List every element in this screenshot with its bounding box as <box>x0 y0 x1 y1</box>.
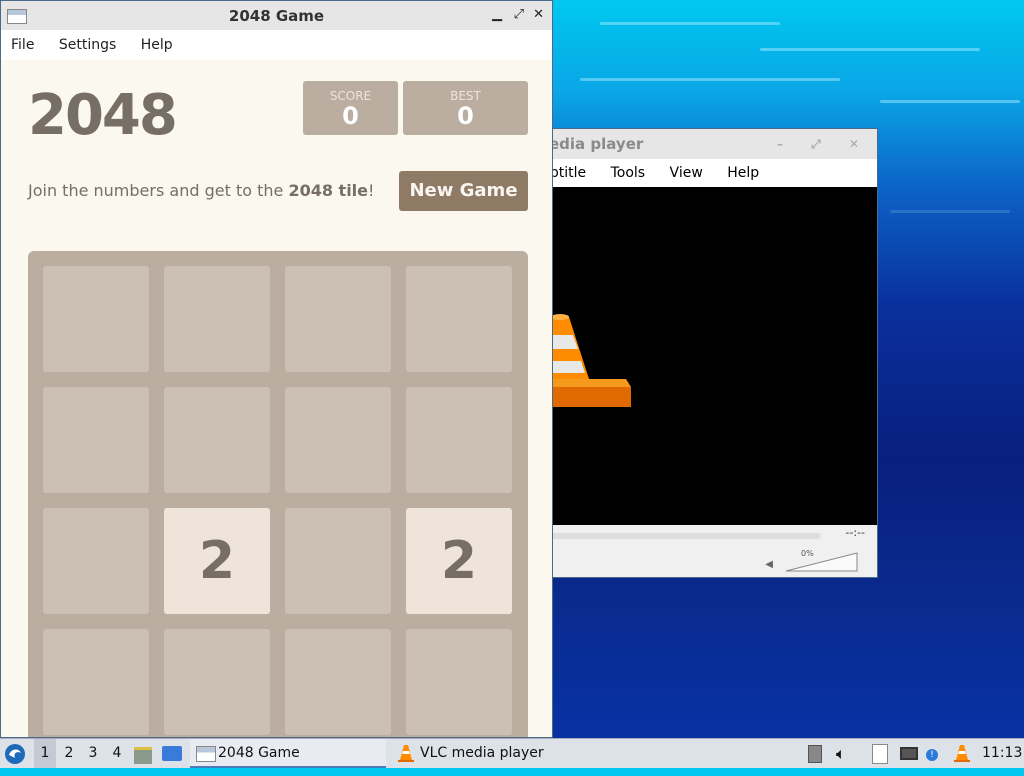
score-box: SCORE 0 <box>303 81 398 135</box>
board-cell <box>406 266 512 372</box>
workspace-3[interactable]: 3 <box>82 739 104 768</box>
vlc-time-display: --:-- <box>845 526 865 539</box>
intro-suffix: ! <box>368 181 375 200</box>
vlc-volume-percent: 0% <box>801 549 814 558</box>
new-game-button[interactable]: New Game <box>399 171 528 211</box>
board-cell <box>43 266 149 372</box>
minimize-icon[interactable]: ▁ <box>492 7 502 22</box>
workspace-4[interactable]: 4 <box>106 739 128 768</box>
board-cell <box>285 629 391 735</box>
menu-settings[interactable]: Settings <box>59 37 116 53</box>
wallpaper-streak <box>760 48 980 51</box>
game-intro: Join the numbers and get to the 2048 til… <box>28 181 374 200</box>
vlc-menu-view[interactable]: View <box>670 165 703 181</box>
board-cell <box>43 387 149 493</box>
battery-icon[interactable] <box>808 739 826 768</box>
game-board[interactable]: 22 <box>28 251 528 737</box>
close-icon[interactable]: ✕ <box>533 7 544 22</box>
maximize-icon[interactable]: ⤢ <box>514 7 524 22</box>
start-menu-button[interactable] <box>4 739 30 768</box>
show-desktop-icon <box>162 746 182 761</box>
board-cell <box>406 387 512 493</box>
tile-2: 2 <box>164 508 270 614</box>
game-titlebar[interactable]: 2048 Game ▁ ⤢ ✕ <box>1 1 552 30</box>
board-cell <box>164 629 270 735</box>
clock[interactable]: 11:13 <box>982 739 1022 768</box>
vlc-cone-logo <box>541 314 631 407</box>
wallpaper-streak <box>580 78 840 81</box>
intro-prefix: Join the numbers and get to the <box>28 181 289 200</box>
task-label: 2048 Game <box>218 745 300 761</box>
taskbar: 1 2 3 4 2048 Game VLC media player 🔈︎ ! <box>0 738 1024 768</box>
tile-2: 2 <box>406 508 512 614</box>
network-icon[interactable] <box>900 739 920 768</box>
board-cell <box>164 266 270 372</box>
vlc-titlebar[interactable]: edia player – ⤢ ✕ <box>541 129 877 159</box>
game-window[interactable]: 2048 Game ▁ ⤢ ✕ File Settings Help 2048 … <box>0 0 553 738</box>
menu-help[interactable]: Help <box>141 37 173 53</box>
board-cell <box>285 508 391 614</box>
desktop-launcher[interactable] <box>162 739 184 768</box>
score-label: SCORE <box>329 89 372 103</box>
game-heading: 2048 <box>28 83 178 148</box>
clipboard-icon[interactable] <box>872 739 892 768</box>
vlc-controls: --:-- ◀ 0% <box>541 525 877 577</box>
wallpaper-streak <box>600 22 780 25</box>
menu-file[interactable]: File <box>11 37 34 53</box>
window-icon <box>196 746 216 762</box>
board-cell <box>285 266 391 372</box>
volume-triangle-icon <box>785 552 858 572</box>
vlc-window-buttons[interactable]: – ⤢ ✕ <box>777 129 871 159</box>
volume-icon[interactable]: 🔈︎ <box>836 739 856 768</box>
vlc-window-title: edia player <box>549 135 644 153</box>
board-cell <box>406 629 512 735</box>
vlc-cone-icon <box>398 745 414 762</box>
vlc-seek-bar[interactable] <box>545 533 821 539</box>
board-cell <box>43 508 149 614</box>
board-cell <box>164 387 270 493</box>
board-cell <box>43 629 149 735</box>
intro-bold: 2048 tile <box>288 181 369 200</box>
file-manager-icon <box>134 747 152 764</box>
workspace-2[interactable]: 2 <box>58 739 80 768</box>
best-box: BEST 0 <box>403 81 528 135</box>
game-window-title: 2048 Game <box>228 7 325 25</box>
task-label: VLC media player <box>420 745 544 761</box>
wallpaper-streak <box>880 100 1020 103</box>
task-vlc[interactable]: VLC media player <box>392 739 592 768</box>
best-label: BEST <box>450 89 481 103</box>
board-cell <box>285 387 391 493</box>
workspace-1[interactable]: 1 <box>34 739 56 768</box>
vlc-tray-icon[interactable] <box>952 739 974 768</box>
vlc-menu-tools[interactable]: Tools <box>611 165 646 181</box>
vlc-video-area[interactable] <box>541 187 877 525</box>
notification-icon[interactable]: ! <box>926 739 946 768</box>
wallpaper-streak <box>890 210 1010 213</box>
vlc-menubar: ubtitle Tools View Help <box>541 159 877 187</box>
vlc-window[interactable]: edia player – ⤢ ✕ ubtitle Tools View Hel… <box>540 128 878 578</box>
speaker-icon[interactable]: ◀ <box>765 559 773 570</box>
file-manager-launcher[interactable] <box>134 739 156 768</box>
vlc-menu-help[interactable]: Help <box>727 165 759 181</box>
task-2048-game[interactable]: 2048 Game <box>190 739 386 768</box>
game-menubar: File Settings Help <box>1 30 552 60</box>
vlc-volume-slider[interactable]: 0% <box>785 549 859 573</box>
lxqt-logo-icon <box>5 744 25 764</box>
best-value: 0 <box>457 102 474 130</box>
score-value: 0 <box>342 102 359 130</box>
